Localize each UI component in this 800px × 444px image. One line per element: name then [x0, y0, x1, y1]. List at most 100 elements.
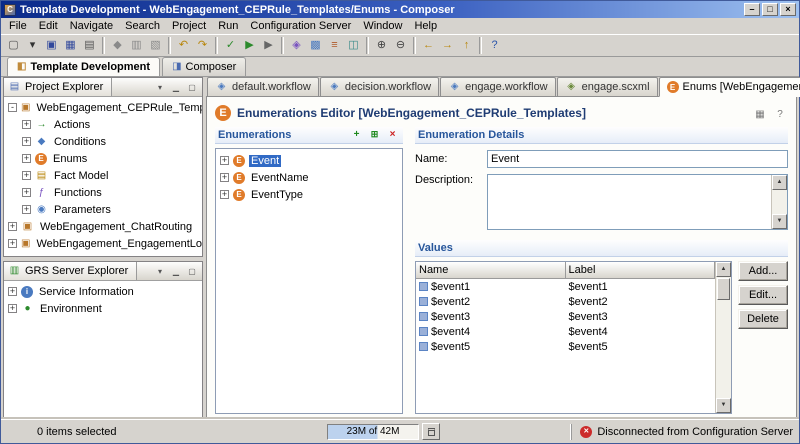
tree-item-enums[interactable]: +EEnums [4, 150, 202, 167]
scroll-up-icon[interactable]: ▲ [716, 262, 731, 277]
editor-tab-decision-workflow[interactable]: ◈decision.workflow [320, 77, 439, 96]
delete-enumeration-icon[interactable]: × [385, 128, 400, 142]
menu-help[interactable]: Help [408, 19, 443, 33]
table-row[interactable]: $event2$event2 [416, 294, 715, 309]
expand-icon[interactable]: + [220, 173, 229, 182]
add-button[interactable]: Add... [738, 261, 788, 281]
tree-item-actions[interactable]: +→Actions [4, 116, 202, 133]
cut-icon[interactable]: ◆ [108, 36, 127, 55]
zoom-in-icon[interactable]: ⊕ [372, 36, 391, 55]
help-icon[interactable]: ? [772, 106, 788, 121]
tree-item-parameters[interactable]: +◉Parameters [4, 201, 202, 218]
expand-icon[interactable]: + [8, 239, 17, 248]
expand-icon[interactable]: + [8, 304, 17, 313]
garbage-collect-button[interactable] [422, 423, 440, 440]
table-row[interactable]: $event3$event3 [416, 309, 715, 324]
menu-search[interactable]: Search [119, 19, 166, 33]
enumeration-item-eventname[interactable]: +EEventName [216, 169, 402, 186]
grs-server-explorer-tab[interactable]: ▥ GRS Server Explorer [4, 262, 137, 280]
expand-icon[interactable]: + [8, 222, 17, 231]
column-header-name[interactable]: Name [416, 262, 566, 279]
back-icon[interactable]: ← [419, 36, 438, 55]
zoom-out-icon[interactable]: ⊖ [391, 36, 410, 55]
add-enumeration-icon[interactable]: + [349, 128, 364, 142]
collapse-icon[interactable]: - [8, 103, 17, 112]
expand-icon[interactable]: + [22, 137, 31, 146]
editor-tab-engage-scxml[interactable]: ◈engage.scxml [557, 77, 658, 96]
tree-item-webengagement-ceprule-templates[interactable]: -▣WebEngagement_CEPRule_Templates [4, 99, 202, 116]
description-field[interactable]: ▲ ▼ [487, 174, 788, 230]
minimize-button[interactable]: – [744, 3, 760, 16]
close-button[interactable]: × [780, 3, 796, 16]
palette-icon[interactable]: ▩ [306, 36, 325, 55]
menu-window[interactable]: Window [357, 19, 408, 33]
tree-item-conditions[interactable]: +◆Conditions [4, 133, 202, 150]
tree-item-webengagement-chatrouting[interactable]: +▣WebEngagement_ChatRouting [4, 218, 202, 235]
scroll-down-icon[interactable]: ▼ [772, 214, 787, 229]
copy-icon[interactable]: ▥ [127, 36, 146, 55]
tree-item-functions[interactable]: +ƒFunctions [4, 184, 202, 201]
expand-icon[interactable]: + [22, 120, 31, 129]
project-explorer-tab[interactable]: ▤ Project Explorer [4, 78, 112, 96]
editor-tab-default-workflow[interactable]: ◈default.workflow [207, 77, 319, 96]
perspective-tab-composer[interactable]: ◨Composer [162, 57, 246, 76]
expand-icon[interactable]: + [22, 188, 31, 197]
run-icon[interactable]: ▶ [240, 36, 259, 55]
paste-icon[interactable]: ▧ [146, 36, 165, 55]
menu-navigate[interactable]: Navigate [64, 19, 119, 33]
print-icon[interactable]: ▤ [80, 36, 99, 55]
values-table-scrollbar[interactable]: ▲ ▼ [715, 262, 731, 413]
maximize-view-icon[interactable]: ▢ [185, 81, 199, 94]
connect-icon[interactable]: ≡ [325, 36, 344, 55]
table-row[interactable]: $event1$event1 [416, 279, 715, 294]
view-menu-icon[interactable]: ▾ [153, 265, 167, 278]
undo-icon[interactable]: ↶ [174, 36, 193, 55]
tree-item-environment[interactable]: +●Environment [4, 300, 202, 317]
table-row[interactable]: $event5$event5 [416, 339, 715, 354]
table-row[interactable]: $event4$event4 [416, 324, 715, 339]
add-multiple-enumerations-icon[interactable]: ⊞ [367, 128, 382, 142]
expand-icon[interactable]: + [22, 171, 31, 180]
align-icon[interactable]: ◫ [344, 36, 363, 55]
column-header-label[interactable]: Label [566, 262, 716, 279]
tree-item-fact-model[interactable]: +▤Fact Model [4, 167, 202, 184]
enumeration-item-eventtype[interactable]: +EEventType [216, 186, 402, 203]
name-input[interactable] [487, 150, 788, 168]
tree-item-webengagement-engagementlogic[interactable]: +▣WebEngagement_EngagementLogic [4, 235, 202, 252]
menu-project[interactable]: Project [166, 19, 212, 33]
save-icon[interactable]: ▣ [42, 36, 61, 55]
minimize-view-icon[interactable]: ▁ [169, 81, 183, 94]
tree-item-service-information[interactable]: +iService Information [4, 283, 202, 300]
new-dropdown-icon[interactable]: ▾ [23, 36, 42, 55]
minimize-view-icon[interactable]: ▁ [169, 265, 183, 278]
form-icon[interactable]: ▦ [752, 106, 768, 121]
scroll-up-icon[interactable]: ▲ [772, 175, 787, 190]
expand-icon[interactable]: + [220, 190, 229, 199]
tree-item-webengagement-engagementwidgets[interactable]: +▣WebEngagement_EngagementWidgets [4, 252, 202, 256]
menu-configuration-server[interactable]: Configuration Server [244, 19, 357, 33]
expand-icon[interactable]: + [8, 287, 17, 296]
up-icon[interactable]: ↑ [457, 36, 476, 55]
menu-run[interactable]: Run [212, 19, 244, 33]
new-icon[interactable]: ▢ [4, 36, 23, 55]
scroll-down-icon[interactable]: ▼ [716, 398, 731, 413]
new-diagram-icon[interactable]: ◈ [287, 36, 306, 55]
delete-button[interactable]: Delete [738, 309, 788, 329]
debug-icon[interactable]: ▶ [259, 36, 278, 55]
maximize-view-icon[interactable]: ▢ [185, 265, 199, 278]
menu-file[interactable]: File [3, 19, 33, 33]
redo-icon[interactable]: ↷ [193, 36, 212, 55]
editor-tab-engage-workflow[interactable]: ◈engage.workflow [440, 77, 556, 96]
perspective-tab-template-development[interactable]: ◧Template Development [7, 57, 160, 76]
view-menu-icon[interactable]: ▾ [153, 81, 167, 94]
expand-icon[interactable]: + [22, 154, 31, 163]
save-all-icon[interactable]: ▦ [61, 36, 80, 55]
edit-button[interactable]: Edit... [738, 285, 788, 305]
maximize-button[interactable]: □ [762, 3, 778, 16]
help-icon[interactable]: ? [485, 36, 504, 55]
enumeration-item-event[interactable]: +EEvent [216, 152, 402, 169]
scrollbar-thumb[interactable] [717, 278, 730, 300]
expand-icon[interactable]: + [22, 205, 31, 214]
expand-icon[interactable]: + [220, 156, 229, 165]
forward-icon[interactable]: → [438, 36, 457, 55]
